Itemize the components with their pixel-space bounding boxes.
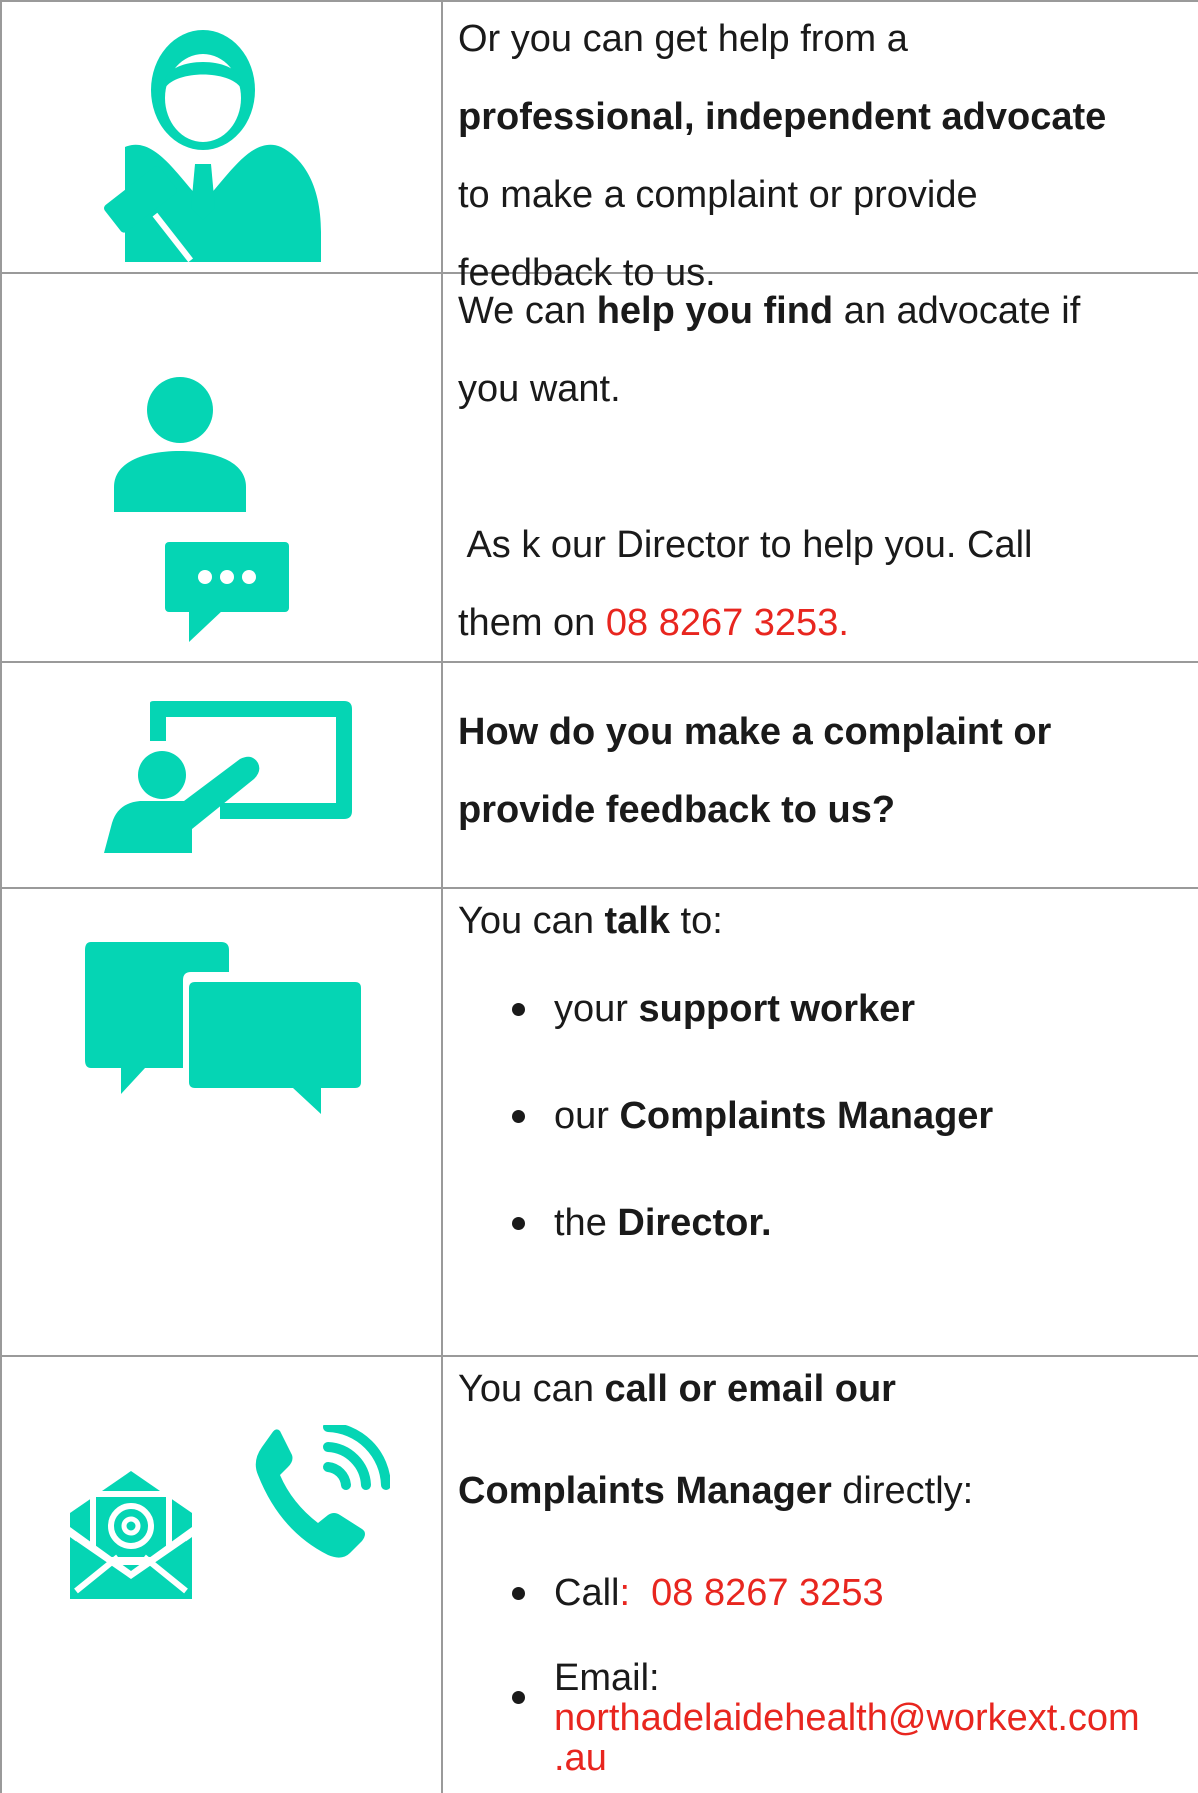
paragraph-line: As k our Director to help you. Call — [458, 524, 1033, 566]
bold-text: professional, independent advocate — [458, 96, 1107, 138]
text-cell: You can talk to: your support worker our… — [458, 882, 1198, 1262]
phone-ringing-icon — [255, 1425, 390, 1558]
paragraph-line: Or you can get help from a — [458, 18, 908, 60]
text: to: — [670, 900, 723, 942]
text-cell: We can help you find an advocate if you … — [458, 272, 1198, 662]
text: your — [554, 988, 639, 1030]
email-address[interactable]: northadelaidehealth@workext.com — [554, 1697, 1140, 1739]
speech-bubble-icon — [165, 542, 289, 642]
icon-cell — [0, 272, 442, 661]
bold-text: provide feedback to us? — [458, 789, 896, 831]
chat-bubbles-icon — [85, 942, 371, 1132]
presentation-board-icon — [104, 701, 352, 853]
text: We can — [458, 290, 597, 332]
email-envelope-icon — [70, 1471, 192, 1599]
table-row: You can call or email our Complaints Man… — [0, 1355, 1198, 1793]
bullet-list: your support worker our Complaints Manag… — [458, 970, 1198, 1262]
text: You can — [458, 900, 605, 942]
table-row: We can help you find an advocate if you … — [0, 272, 1198, 661]
icon-cell — [0, 661, 442, 887]
contact-list: Call: 08 8267 3253 Email: northadelaideh… — [458, 1554, 1198, 1778]
list-item: your support worker — [458, 970, 1198, 1077]
list-item: our Complaints Manager — [458, 1077, 1198, 1184]
list-item: Call: 08 8267 3253 — [458, 1554, 1198, 1632]
heading-line: How do you make a complaint or — [458, 693, 1198, 771]
person-icon — [114, 377, 246, 512]
text: them on — [458, 602, 606, 644]
table-row: How do you make a complaint or provide f… — [0, 661, 1198, 887]
bold-text: How do you make a complaint or — [458, 711, 1052, 753]
heading-line: provide feedback to us? — [458, 771, 1198, 849]
icon-cell — [0, 1355, 442, 1793]
bold-text: call or email our — [604, 1368, 896, 1410]
phone-number[interactable]: : 08 8267 3253 — [619, 1572, 883, 1614]
paragraph-line: them on 08 8267 3253. — [458, 584, 1198, 662]
text: our — [554, 1095, 620, 1137]
call-label: Call — [554, 1572, 620, 1614]
paragraph-line: You can talk to: — [458, 882, 1198, 960]
bold-text: support worker — [638, 988, 916, 1030]
advocate-gavel-icon — [104, 30, 321, 262]
paragraph-line: you want. — [458, 368, 621, 410]
text: directly: — [831, 1470, 974, 1512]
text-cell: You can call or email our Complaints Man… — [458, 1350, 1198, 1778]
list-item: Email: northadelaidehealth@workext.com .… — [458, 1658, 1198, 1778]
text-cell: How do you make a complaint or provide f… — [458, 693, 1198, 849]
phone-number: 08 8267 3253. — [605, 602, 849, 644]
bold-text: talk — [604, 900, 670, 942]
icon-cell — [0, 0, 442, 272]
bold-text: Director. — [617, 1202, 772, 1244]
text-cell: Or you can get help from a professional,… — [458, 0, 1198, 312]
email-address-continued[interactable]: .au — [554, 1737, 607, 1779]
paragraph-line: We can help you find an advocate if — [458, 272, 1198, 350]
bold-text: Complaints Manager — [619, 1095, 994, 1137]
paragraph-line: Complaints Manager directly: — [458, 1452, 1198, 1530]
email-label: Email: — [554, 1657, 660, 1699]
table-row: You can talk to: your support worker our… — [0, 887, 1198, 1355]
paragraph-line: You can call or email our — [458, 1350, 1198, 1428]
paragraph-line: professional, independent advocate — [458, 78, 1198, 156]
paragraph-line: to make a complaint or provide — [458, 174, 978, 216]
bold-text: help you find — [596, 290, 834, 332]
text: an advocate if — [833, 290, 1081, 332]
icon-cell — [0, 887, 442, 1355]
bold-text: Complaints Manager — [458, 1470, 832, 1512]
table-row: Or you can get help from a professional,… — [0, 0, 1198, 294]
text: the — [554, 1202, 618, 1244]
list-item: the Director. — [458, 1184, 1198, 1262]
text: You can — [458, 1368, 605, 1410]
